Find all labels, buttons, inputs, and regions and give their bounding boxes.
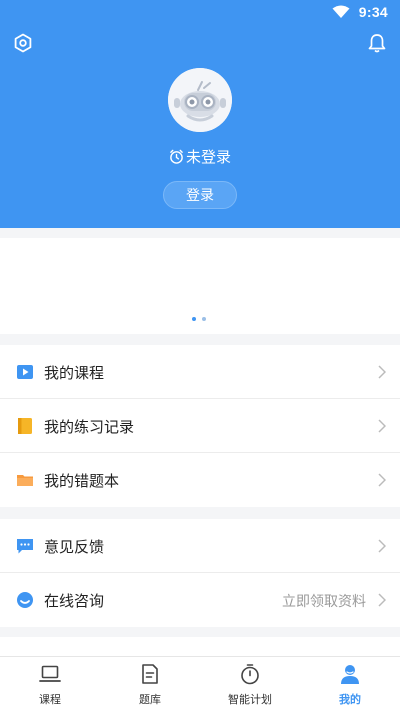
alarm-clock-icon xyxy=(170,149,183,164)
menu-item-label: 我的课程 xyxy=(44,365,105,382)
tab-question-bank[interactable]: 题库 xyxy=(100,657,200,710)
settings-icon[interactable] xyxy=(13,33,33,53)
wifi-icon xyxy=(332,5,350,18)
carousel-indicator xyxy=(192,317,212,323)
menu-group-learning: 我的课程 我的练习记录 我的错题本 xyxy=(0,345,400,507)
user-icon xyxy=(341,665,359,684)
tab-courses[interactable]: 课程 xyxy=(0,657,100,710)
bottom-tab-bar: 课程 题库 智能计划 我的 xyxy=(0,656,400,710)
menu-item-label: 我的错题本 xyxy=(44,473,120,490)
play-icon xyxy=(17,365,33,379)
stopwatch-icon xyxy=(241,664,259,685)
tab-label: 课程 xyxy=(39,694,61,706)
login-status-text: 未登录 xyxy=(185,149,231,166)
chat-icon xyxy=(17,539,33,554)
tab-label: 智能计划 xyxy=(228,694,272,706)
menu-item-feedback[interactable]: 意见反馈 xyxy=(0,519,400,573)
profile-header: 9:34 未登录 登录 xyxy=(0,0,400,228)
tab-label: 我的 xyxy=(339,694,361,706)
menu-item-label: 我的练习记录 xyxy=(44,419,135,436)
menu-group-more xyxy=(0,637,400,657)
document-icon xyxy=(142,664,158,684)
menu-group-support: 意见反馈 在线咨询 立即领取资料 xyxy=(0,519,400,627)
menu-item-my-courses[interactable]: 我的课程 xyxy=(0,345,400,399)
menu-item-mistake-book[interactable]: 我的错题本 xyxy=(0,453,400,507)
menu-item-label: 在线咨询 xyxy=(44,593,105,610)
notebook-icon xyxy=(18,418,32,434)
tab-label: 题库 xyxy=(139,694,161,706)
status-time: 9:34 xyxy=(358,4,388,20)
carousel-dot-active xyxy=(192,317,196,321)
tab-mine[interactable]: 我的 xyxy=(300,657,400,710)
tab-smart-plan[interactable]: 智能计划 xyxy=(200,657,300,710)
chevron-right-icon xyxy=(378,593,386,607)
avatar[interactable] xyxy=(168,68,232,132)
chevron-right-icon xyxy=(378,419,386,433)
login-button[interactable]: 登录 xyxy=(163,181,237,209)
headset-icon xyxy=(17,592,33,608)
bell-icon[interactable] xyxy=(368,33,386,53)
menu-item-online-consult[interactable]: 在线咨询 立即领取资料 xyxy=(0,573,400,627)
status-bar: 9:34 xyxy=(0,0,400,26)
carousel-dot xyxy=(202,317,206,321)
menu-item-label: 意见反馈 xyxy=(44,539,105,556)
chevron-right-icon xyxy=(378,539,386,553)
robot-avatar-icon xyxy=(168,68,232,132)
menu-item-promo: 立即领取资料 xyxy=(282,593,366,609)
chevron-right-icon xyxy=(378,365,386,379)
menu-item-practice-records[interactable]: 我的练习记录 xyxy=(0,399,400,453)
folder-icon xyxy=(17,475,33,486)
laptop-icon xyxy=(39,665,61,682)
login-status: 未登录 xyxy=(0,146,400,167)
chevron-right-icon xyxy=(378,473,386,487)
